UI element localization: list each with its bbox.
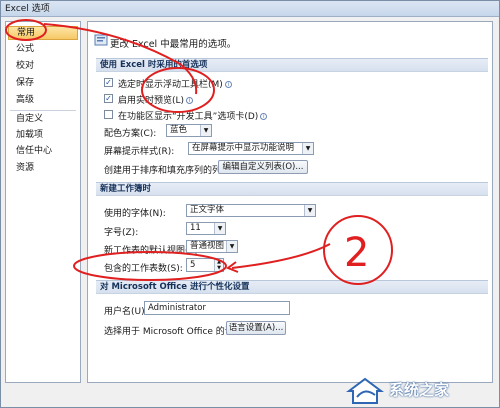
- sidebar-item-advanced[interactable]: 高级: [8, 93, 78, 107]
- chevron-down-icon: ▼: [200, 125, 211, 136]
- live-preview-label: 启用实时预览(L) i: [118, 93, 194, 106]
- chevron-down-icon: ▼: [214, 223, 225, 234]
- sidebar-item-resources[interactable]: 资源: [8, 161, 78, 175]
- floating-toolbar-label: 选定时显示浮动工具栏(M) i: [118, 77, 232, 90]
- font-size-select[interactable]: 11 ▼: [186, 222, 226, 235]
- language-settings-button[interactable]: 语言设置(A)...: [226, 321, 286, 335]
- section-header-preferences: 使用 Excel 时采用的首选项: [96, 58, 488, 72]
- sidebar-item-addins[interactable]: 加载项: [8, 128, 78, 142]
- options-sidebar: 常用 公式 校对 保存 高级 自定义 加载项 信任中心 资源: [5, 21, 81, 383]
- color-scheme-label: 配色方案(C):: [104, 129, 157, 139]
- sidebar-item-general[interactable]: 常用: [8, 26, 78, 40]
- screen-tip-select[interactable]: 在屏幕提示中显示功能说明 ▼: [188, 142, 314, 155]
- house-logo-icon: [346, 377, 384, 404]
- title-bar: Excel 选项: [1, 1, 499, 17]
- spinner-arrows-icon: ▲ ▼: [214, 259, 223, 271]
- watermark-text: 系统之家: [389, 381, 450, 399]
- sidebar-item-trust-center[interactable]: 信任中心: [8, 144, 78, 158]
- font-size-label: 字号(Z):: [104, 228, 139, 238]
- chevron-down-icon: ▼: [304, 205, 315, 216]
- options-content: 更改 Excel 中最常用的选项。 使用 Excel 时采用的首选项 ✓ 选定时…: [87, 21, 493, 383]
- color-scheme-select[interactable]: 蓝色 ▼: [166, 124, 212, 137]
- excel-options-dialog: Excel 选项 常用 公式 校对 保存 高级 自定义 加载项 信任中心 资源 …: [0, 0, 500, 408]
- language-label: 选择用于 Microsoft Office 的语言:: [104, 327, 246, 337]
- username-label: 用户名(U):: [104, 307, 148, 317]
- section-header-new-workbook: 新建工作簿时: [96, 182, 488, 196]
- chevron-down-icon: ▼: [226, 241, 237, 252]
- sheet-count-stepper[interactable]: 5 ▲ ▼: [186, 258, 224, 272]
- username-field[interactable]: Administrator: [144, 301, 290, 315]
- sidebar-item-formulas[interactable]: 公式: [8, 42, 78, 56]
- options-icon: [94, 34, 108, 46]
- developer-tab-label: 在功能区显示“开发工具”选项卡(D) i: [118, 109, 268, 122]
- sheet-count-label: 包含的工作表数(S):: [104, 264, 183, 274]
- live-preview-checkbox[interactable]: ✓: [104, 94, 113, 103]
- screen-tip-label: 屏幕提示样式(R):: [104, 147, 175, 157]
- page-headline: 更改 Excel 中最常用的选项。: [110, 39, 237, 50]
- sidebar-item-proofing[interactable]: 校对: [8, 59, 78, 73]
- sidebar-item-customize[interactable]: 自定义: [8, 112, 78, 126]
- site-watermark: 系统之家: [345, 375, 495, 405]
- font-label: 使用的字体(N):: [104, 209, 166, 219]
- info-icon: i: [260, 113, 268, 120]
- sidebar-item-save[interactable]: 保存: [8, 76, 78, 90]
- section-header-personalize: 对 Microsoft Office 进行个性化设置: [96, 280, 488, 294]
- info-icon: i: [224, 81, 232, 88]
- info-icon: i: [186, 97, 194, 104]
- sidebar-divider: [10, 110, 76, 111]
- chevron-down-icon: ▼: [302, 143, 313, 154]
- edit-custom-lists-button[interactable]: 编辑自定义列表(O)...: [218, 160, 308, 174]
- floating-toolbar-checkbox[interactable]: ✓: [104, 78, 113, 87]
- custom-list-label: 创建用于排序和填充序列的列表:: [104, 166, 234, 176]
- font-select[interactable]: 正文字体 ▼: [186, 204, 316, 217]
- default-view-select[interactable]: 普通视图 ▼: [186, 240, 238, 253]
- developer-tab-checkbox[interactable]: [104, 110, 113, 119]
